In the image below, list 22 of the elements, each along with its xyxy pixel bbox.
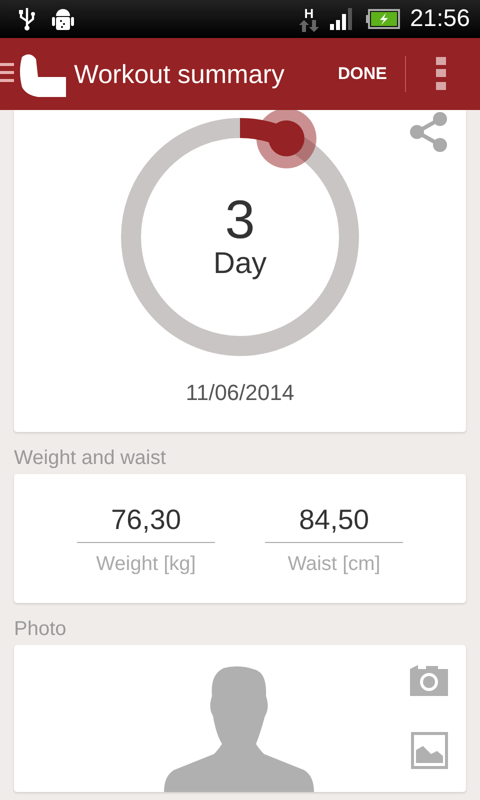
day-number: 3 — [224, 193, 256, 247]
workout-date: 11/06/2014 — [186, 380, 294, 406]
share-icon[interactable] — [410, 112, 448, 152]
done-button[interactable]: DONE — [320, 54, 405, 94]
overflow-menu-icon[interactable] — [436, 57, 446, 91]
section-title: Weight and waist — [14, 446, 167, 471]
gallery-icon[interactable] — [410, 732, 448, 769]
data-arrows-icon — [298, 20, 320, 32]
day-label: Day — [213, 247, 267, 281]
battery-icon — [366, 9, 400, 29]
field-label: Waist [cm] — [288, 553, 380, 576]
section-title: Photo — [14, 617, 68, 642]
input-field[interactable]: 84,50 — [265, 504, 403, 543]
field-label: Weight [kg] — [96, 553, 196, 576]
clock-time: 21:56 — [410, 5, 470, 33]
screen-title: Workout summary — [74, 58, 286, 90]
usb-icon — [18, 7, 36, 31]
person-silhouette-icon — [164, 666, 316, 792]
camera-icon[interactable] — [410, 665, 448, 696]
input-field[interactable]: 76,30 — [77, 504, 215, 543]
network-type: H — [304, 6, 314, 20]
android-icon — [52, 6, 74, 32]
